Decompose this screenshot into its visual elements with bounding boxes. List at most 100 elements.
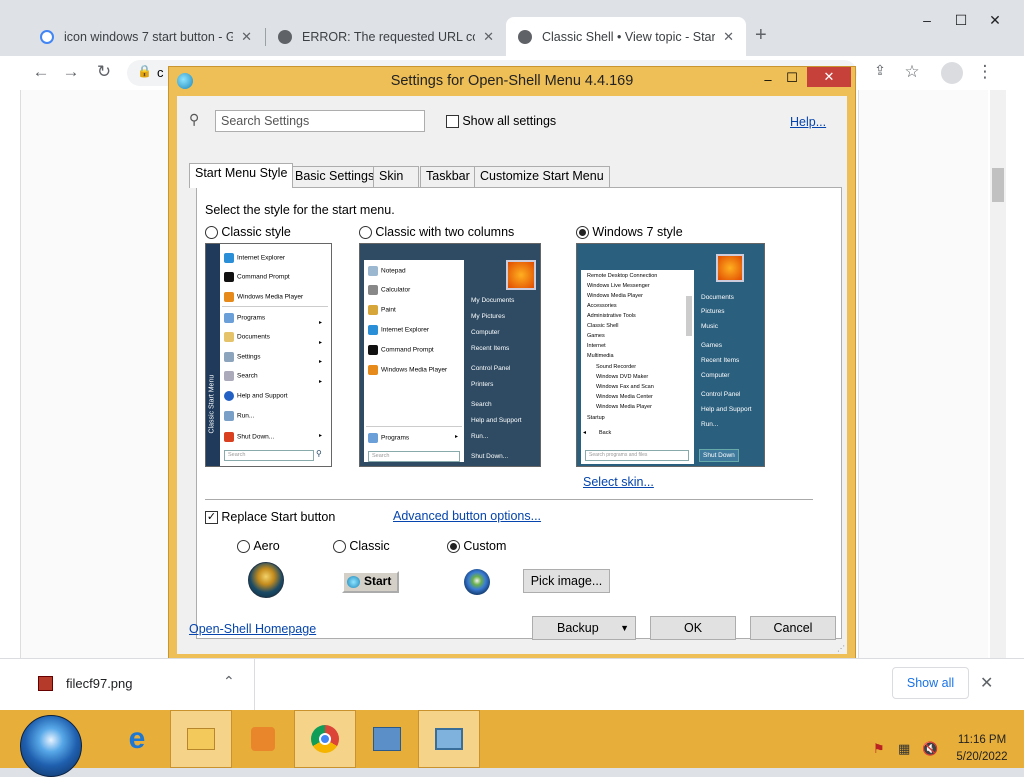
classic-style-preview[interactable]: Classic Start Menu Internet Explorer Com… — [205, 243, 332, 467]
preview-item: Windows Media Player — [587, 293, 643, 299]
back-label: Back — [599, 430, 612, 436]
tab-taskbar[interactable]: Taskbar — [420, 166, 476, 187]
windows7-style-radio[interactable]: Windows 7 style — [576, 225, 683, 240]
volume-muted-icon[interactable]: 🔇 — [922, 741, 938, 757]
search-settings-input[interactable]: Search Settings — [215, 110, 425, 132]
radio-dot[interactable] — [576, 226, 589, 240]
download-filename[interactable]: filecf97.png — [66, 676, 133, 691]
tab-basic-settings[interactable]: Basic Settings — [289, 166, 381, 187]
show-all-button[interactable]: Show all — [892, 667, 969, 699]
tab-customize-start-menu[interactable]: Customize Start Menu — [474, 166, 610, 187]
tab-close-icon[interactable]: ✕ — [483, 29, 494, 45]
radio-dot[interactable] — [447, 540, 460, 554]
preview-item: Settings — [224, 352, 261, 362]
back-arrow-icon[interactable]: ← — [30, 62, 52, 84]
replace-start-checkbox[interactable]: ✓ Replace Start button — [205, 510, 335, 525]
advanced-button-options-link[interactable]: Advanced button options... — [393, 509, 541, 523]
clock-date[interactable]: 5/20/2022 — [953, 751, 1011, 763]
radio-dot[interactable] — [359, 226, 372, 240]
preview-item: Internet — [587, 343, 606, 349]
run-icon — [224, 411, 234, 421]
ok-button[interactable]: OK — [650, 616, 736, 640]
two-columns-preview[interactable]: Notepad Calculator Paint Internet Explor… — [359, 243, 541, 467]
radio-dot[interactable] — [333, 540, 346, 554]
custom-button-radio[interactable]: Custom — [447, 539, 506, 554]
taskbar-ie[interactable]: e — [106, 710, 168, 768]
pick-image-button[interactable]: Pick image... — [523, 569, 610, 593]
bookmark-star-icon[interactable]: ☆ — [901, 62, 923, 84]
new-tab-button[interactable]: + — [755, 24, 767, 47]
preview-link: My Documents — [471, 297, 515, 304]
profile-avatar-icon[interactable] — [941, 62, 963, 84]
select-skin-link[interactable]: Select skin... — [583, 475, 654, 489]
minimize-icon[interactable]: – — [912, 12, 942, 32]
menu-dots-icon[interactable]: ⋮ — [974, 62, 996, 84]
dropdown-arrow-icon: ▼ — [620, 623, 629, 633]
media-player-icon — [368, 365, 378, 375]
classic-button-radio[interactable]: Classic — [333, 539, 390, 554]
help-link[interactable]: Help... — [790, 115, 826, 129]
classic-preview-search: Search — [224, 450, 314, 461]
separator — [205, 499, 813, 500]
tab-skin[interactable]: Skin — [373, 166, 419, 187]
aero-label: Aero — [253, 539, 280, 553]
window-icon — [435, 728, 463, 750]
radio-dot[interactable] — [237, 540, 250, 554]
close-window-icon[interactable]: ✕ — [980, 12, 1010, 32]
dialog-titlebar[interactable]: Settings for Open-Shell Menu 4.4.169 – ☐… — [169, 67, 855, 95]
settings-dialog: Settings for Open-Shell Menu 4.4.169 – ☐… — [168, 66, 856, 661]
radio-dot[interactable] — [205, 226, 218, 240]
cancel-button[interactable]: Cancel — [750, 616, 836, 640]
browser-tab-error[interactable]: ERROR: The requested URL could ✕ — [266, 17, 506, 56]
taskbar-settings-window[interactable] — [418, 710, 480, 768]
clock-time[interactable]: 11:16 PM — [953, 734, 1011, 746]
maximize-icon[interactable]: ☐ — [946, 12, 976, 32]
documents-icon — [224, 332, 234, 342]
show-all-settings-checkbox[interactable]: Show all settings — [446, 114, 556, 129]
checkbox-box[interactable] — [446, 115, 459, 129]
classic-start-button: Start — [342, 571, 399, 593]
browser-tab-classic-shell[interactable]: Classic Shell • View topic - Start M ✕ — [506, 17, 746, 56]
dialog-maximize-icon[interactable]: ☐ — [781, 70, 803, 86]
open-shell-homepage-link[interactable]: Open-Shell Homepage — [189, 622, 316, 636]
preview-link: Recent Items — [701, 357, 740, 364]
action-center-flag-icon[interactable]: ⚑ — [873, 741, 885, 757]
tab-close-icon[interactable]: ✕ — [723, 29, 734, 45]
preview-link: Help and Support — [471, 417, 522, 424]
dialog-close-button[interactable]: ✕ — [807, 67, 851, 87]
dialog-minimize-icon[interactable]: – — [757, 72, 779, 88]
preview-item: Shut Down... — [224, 432, 274, 442]
globe-icon — [278, 29, 292, 44]
backup-label: Backup — [557, 621, 599, 635]
close-download-shelf-icon[interactable]: ✕ — [980, 673, 993, 693]
aero-radio[interactable]: Aero — [237, 539, 280, 554]
network-icon[interactable]: ▦ — [898, 741, 910, 757]
reload-icon[interactable]: ↻ — [93, 62, 115, 84]
checkbox-box[interactable]: ✓ — [205, 511, 218, 525]
taskbar-chrome[interactable] — [294, 710, 356, 768]
chevron-up-icon[interactable]: ⌃ — [223, 673, 235, 690]
share-icon[interactable]: ⇪ — [869, 62, 891, 84]
resize-grip-icon[interactable]: ⋰ — [837, 644, 845, 653]
programs-icon — [368, 433, 378, 443]
tab-close-icon[interactable]: ✕ — [241, 29, 252, 45]
preview-item: Windows Live Messenger — [587, 283, 650, 289]
page-scrollbar[interactable] — [990, 90, 1006, 658]
tab-start-menu-style[interactable]: Start Menu Style — [189, 163, 294, 188]
preview-item: Accessories — [587, 303, 617, 309]
windows7-style-preview[interactable]: Remote Desktop Connection Windows Live M… — [576, 243, 765, 467]
taskbar-file-explorer[interactable] — [170, 710, 232, 768]
user-picture — [716, 254, 744, 282]
preview-link: Search — [471, 401, 492, 408]
scrollbar-thumb[interactable] — [992, 168, 1004, 202]
preview-item: Command Prompt — [224, 272, 290, 282]
browser-tab-google[interactable]: icon windows 7 start button - Go ✕ — [28, 17, 264, 56]
backup-button[interactable]: Backup ▼ — [532, 616, 636, 640]
taskbar-media-player[interactable] — [232, 710, 294, 768]
forward-arrow-icon[interactable]: → — [60, 62, 82, 84]
lock-icon: 🔒 — [137, 64, 152, 78]
classic-style-radio[interactable]: Classic style — [205, 225, 291, 240]
taskbar-control-panel[interactable] — [356, 710, 418, 768]
two-columns-style-radio[interactable]: Classic with two columns — [359, 225, 514, 240]
preview-item: Classic Shell — [587, 323, 619, 329]
